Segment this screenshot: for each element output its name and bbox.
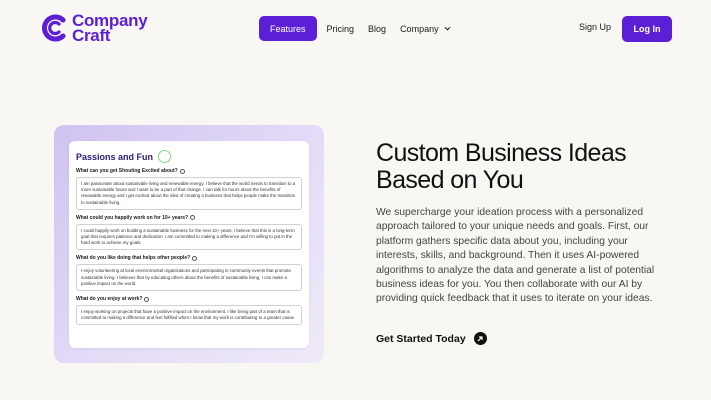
nav-item-features[interactable]: Features <box>259 16 317 41</box>
answer-textarea[interactable]: I could happily work on building a susta… <box>76 223 302 251</box>
progress-circle-icon <box>158 150 172 163</box>
nav-item-company-label: Company <box>400 23 439 34</box>
question-text: What do you enjoy at work? <box>76 296 143 303</box>
nav-item-pricing[interactable]: Pricing <box>327 16 355 41</box>
answer-textarea[interactable]: I enjoy working on projects that have a … <box>76 305 302 326</box>
brand-logo[interactable]: Company Craft <box>38 12 148 45</box>
hero-description: We supercharge your ideation process wit… <box>376 207 655 305</box>
questionnaire-panel: Passions and Fun What can you get Shouti… <box>69 141 309 348</box>
main-nav: Features Pricing Blog Company <box>259 16 465 41</box>
question-text: What could you happily work on for 10+ y… <box>76 214 189 221</box>
sign-up-link[interactable]: Sign Up <box>579 22 611 32</box>
get-started-label: Get Started Today <box>376 332 466 345</box>
info-icon <box>179 168 185 174</box>
info-icon <box>190 215 196 221</box>
site-header: Company Craft Features Pricing Blog Comp… <box>0 0 711 60</box>
question-text: What do you like doing that helps other … <box>76 255 191 262</box>
answer-textarea[interactable]: I am passionate about sustainable living… <box>76 177 302 210</box>
nav-item-company[interactable]: Company <box>400 16 451 41</box>
info-icon <box>144 296 150 302</box>
question-label: What could you happily work on for 10+ y… <box>76 215 302 221</box>
question-text: What can you get Shouting Excited about? <box>76 168 178 174</box>
product-preview-card: Passions and Fun What can you get Shouti… <box>54 125 324 363</box>
brand-name: Company Craft <box>72 12 148 45</box>
brand-name-line2: Craft <box>72 26 111 45</box>
questionnaire-title: Passions and Fun <box>76 150 302 163</box>
nav-item-blog[interactable]: Blog <box>368 16 386 41</box>
log-in-button[interactable]: Log In <box>622 16 672 42</box>
get-started-link[interactable]: Get Started Today <box>376 332 487 345</box>
info-icon <box>192 255 198 261</box>
question-label: What do you like doing that helps other … <box>76 255 302 261</box>
company-craft-logo-icon <box>42 14 66 42</box>
question-label: What can you get Shouting Excited about? <box>76 168 302 174</box>
chevron-down-icon <box>444 26 451 31</box>
arrow-up-right-icon <box>473 332 487 345</box>
hero-headline: Custom Business Ideas Based on You <box>376 139 627 194</box>
questionnaire-title-text: Passions and Fun <box>76 151 154 162</box>
question-label: What do you enjoy at work? <box>76 296 302 302</box>
answer-textarea[interactable]: I enjoy volunteering at local environmen… <box>76 264 302 292</box>
